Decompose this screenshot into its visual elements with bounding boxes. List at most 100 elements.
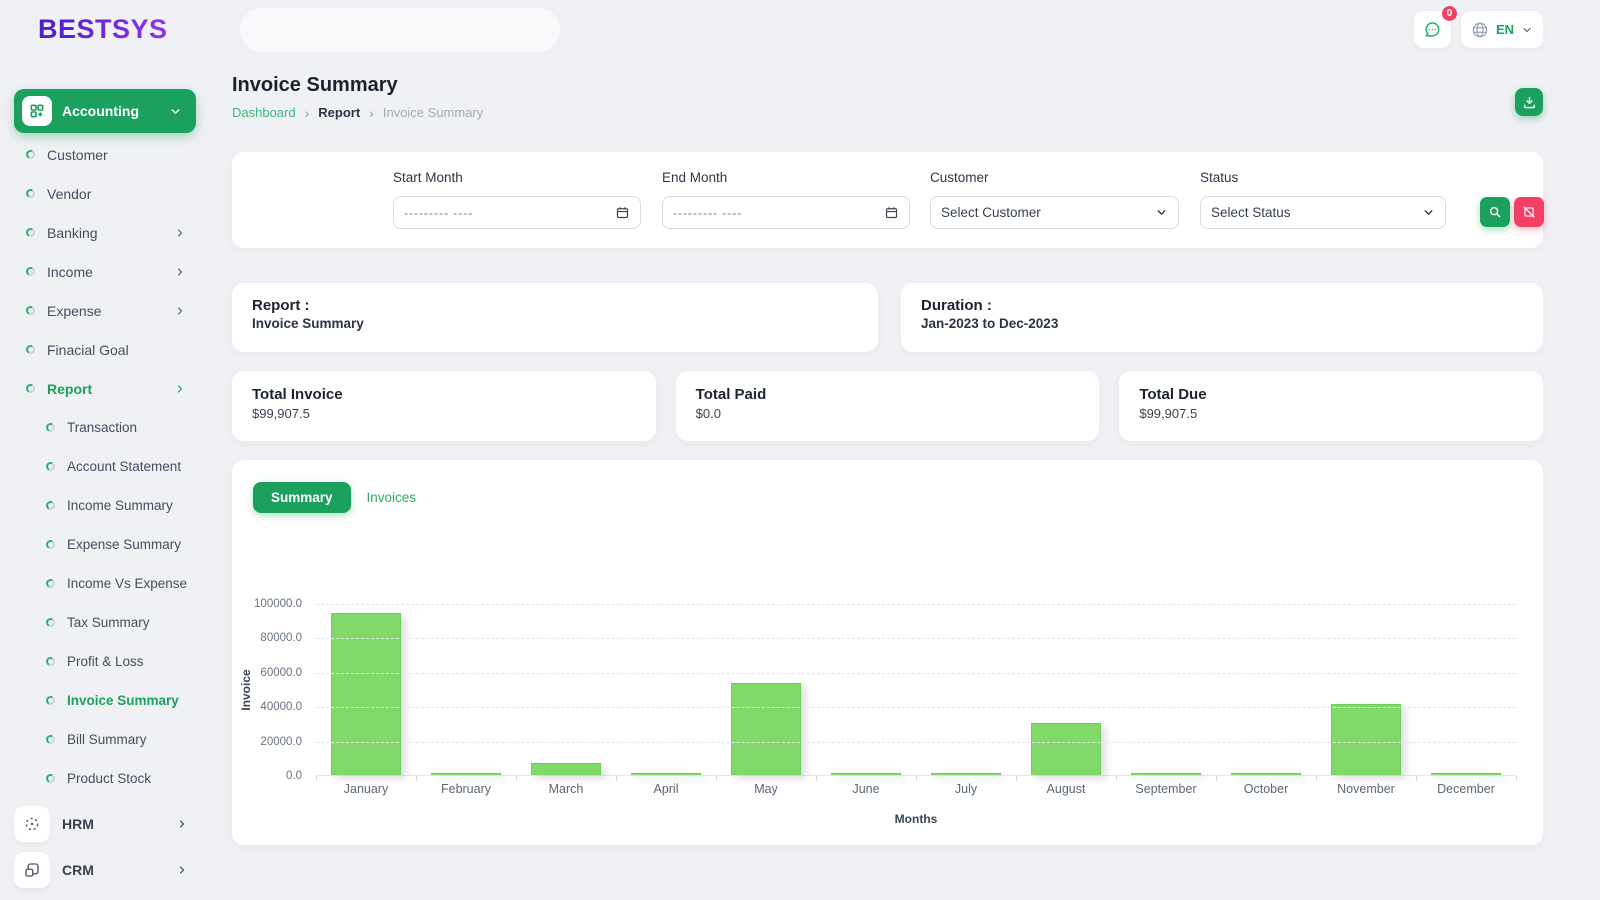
bullet-icon	[24, 265, 37, 278]
gridline	[316, 741, 1516, 743]
x-tick-mark	[716, 776, 717, 781]
sidebar-item-label: Expense	[47, 302, 102, 319]
sidebar-item-finacial-goal[interactable]: Finacial Goal	[0, 330, 212, 369]
gridline	[316, 672, 1516, 674]
x-tick-mark	[816, 776, 817, 781]
module-label: HRM	[62, 816, 94, 832]
bullet-icon	[44, 460, 57, 473]
sidebar-item-label: Profit & Loss	[67, 654, 144, 669]
sidebar-item-income[interactable]: Income	[0, 252, 212, 291]
tab-invoices[interactable]: Invoices	[367, 490, 417, 505]
brand-logo[interactable]: BESTSYS	[38, 14, 168, 45]
customer-label: Customer	[930, 170, 989, 185]
sidebar-item-income-summary[interactable]: Income Summary	[0, 486, 212, 525]
y-tick-label: 80000.0	[260, 632, 302, 645]
start-month-input[interactable]	[404, 205, 607, 220]
bar-november[interactable]	[1331, 704, 1401, 775]
bar-september[interactable]	[1131, 773, 1201, 775]
chart-card: Summary Invoices 100000.0 80000.0 60000.0 4…	[232, 460, 1543, 845]
sidebar-item-expense[interactable]: Expense	[0, 291, 212, 330]
report-info-value: Invoice Summary	[252, 316, 364, 331]
sidebar-item-income-vs-expense[interactable]: Income Vs Expense	[0, 564, 212, 603]
breadcrumb-dashboard[interactable]: Dashboard	[232, 105, 296, 120]
messages-button[interactable]: 0	[1413, 5, 1458, 48]
bar-august[interactable]	[1031, 723, 1101, 775]
bullet-icon	[44, 733, 57, 746]
bar-march[interactable]	[531, 763, 601, 775]
chevron-down-icon	[1424, 210, 1433, 215]
download-button[interactable]	[1515, 88, 1543, 116]
bar-february[interactable]	[431, 773, 501, 775]
globe-icon	[1472, 22, 1488, 37]
sidebar-item-report[interactable]: Report	[0, 369, 212, 408]
module-accounting-button[interactable]: Accounting	[14, 89, 196, 133]
bar-slot-october	[1216, 604, 1316, 775]
sidebar-item-label: Tax Summary	[67, 615, 150, 630]
gridline	[316, 707, 1516, 709]
breadcrumb-current: Invoice Summary	[382, 105, 484, 120]
bar-slot-july	[916, 604, 1016, 775]
x-tick-mark	[1316, 776, 1317, 781]
x-tick-label-december: December	[1437, 782, 1495, 796]
sidebar-item-customer[interactable]: Customer	[0, 135, 212, 174]
stat-label: Total Due	[1139, 386, 1207, 403]
status-select[interactable]: Select Status	[1200, 196, 1446, 229]
sidebar-item-product-stock[interactable]: Product Stock	[0, 759, 212, 798]
bar-december[interactable]	[1431, 773, 1501, 775]
x-tick-label-may: May	[754, 782, 778, 796]
x-tick-mark	[1216, 776, 1217, 781]
bar-april[interactable]	[631, 773, 701, 775]
reset-filter-button[interactable]	[1514, 197, 1544, 227]
sidebar-item-profit-loss[interactable]: Profit & Loss	[0, 642, 212, 681]
module-crm-item[interactable]: CRM	[0, 847, 212, 893]
stat-label: Total Invoice	[252, 386, 343, 403]
bar-july[interactable]	[931, 773, 1001, 775]
chart-y-axis-title: Invoice	[239, 669, 253, 711]
end-month-field[interactable]	[662, 196, 910, 229]
sidebar-item-transaction[interactable]: Transaction	[0, 408, 212, 447]
stats-row: Total Invoice $99,907.5 Total Paid $0.0 Tota…	[232, 371, 1544, 441]
bar-june[interactable]	[831, 773, 901, 775]
main-content: Invoice Summary Dashboard › Report › Inv…	[232, 74, 1544, 845]
tab-summary[interactable]: Summary	[253, 482, 351, 513]
chevron-down-icon	[1157, 210, 1166, 215]
chart-x-labels: January February March April May June July Augu…	[316, 782, 1516, 796]
sidebar-item-label: Income Summary	[67, 498, 173, 513]
duration-info-title: Duration :	[921, 297, 992, 314]
x-tick-label-june: June	[852, 782, 880, 796]
x-tick-mark	[1516, 776, 1517, 781]
bar-may[interactable]	[731, 682, 801, 775]
language-selector[interactable]: EN	[1460, 11, 1543, 48]
sidebar-item-label: Income	[47, 263, 93, 280]
gridline	[316, 604, 1516, 605]
module-label: Accounting	[62, 103, 139, 119]
sidebar-item-vendor[interactable]: Vendor	[0, 174, 212, 213]
crm-icon	[14, 852, 50, 888]
breadcrumb-report[interactable]: Report	[318, 105, 360, 120]
end-month-input[interactable]	[673, 205, 876, 220]
start-month-field[interactable]	[393, 196, 641, 229]
status-select-value: Select Status	[1211, 205, 1291, 220]
module-hrm-item[interactable]: HRM	[0, 801, 212, 847]
duration-info-value: Jan-2023 to Dec-2023	[921, 316, 1059, 331]
bar-october[interactable]	[1231, 773, 1301, 775]
customer-select[interactable]: Select Customer	[930, 196, 1179, 229]
status-label: Status	[1200, 170, 1239, 185]
x-tick-mark	[1416, 776, 1417, 781]
apply-filter-button[interactable]	[1480, 197, 1510, 227]
clear-filter-icon	[1523, 206, 1535, 218]
x-tick-label-november: November	[1337, 782, 1395, 796]
sidebar-item-banking[interactable]: Banking	[0, 213, 212, 252]
chart-tabs: Summary Invoices	[253, 482, 416, 513]
sidebar-item-expense-summary[interactable]: Expense Summary	[0, 525, 212, 564]
bullet-icon	[24, 343, 37, 356]
x-tick-label-october: October	[1243, 782, 1289, 796]
sidebar-item-tax-summary[interactable]: Tax Summary	[0, 603, 212, 642]
sidebar: BESTSYS Accounting Customer Vendor Banking…	[0, 0, 212, 900]
report-info-row: Report : Invoice Summary Duration : Jan-…	[232, 283, 1543, 352]
sidebar-item-invoice-summary[interactable]: Invoice Summary	[0, 681, 212, 720]
sidebar-item-bill-summary[interactable]: Bill Summary	[0, 720, 212, 759]
bar-slot-may	[716, 604, 816, 775]
x-tick-mark	[316, 776, 317, 781]
sidebar-item-account-statement[interactable]: Account Statement	[0, 447, 212, 486]
